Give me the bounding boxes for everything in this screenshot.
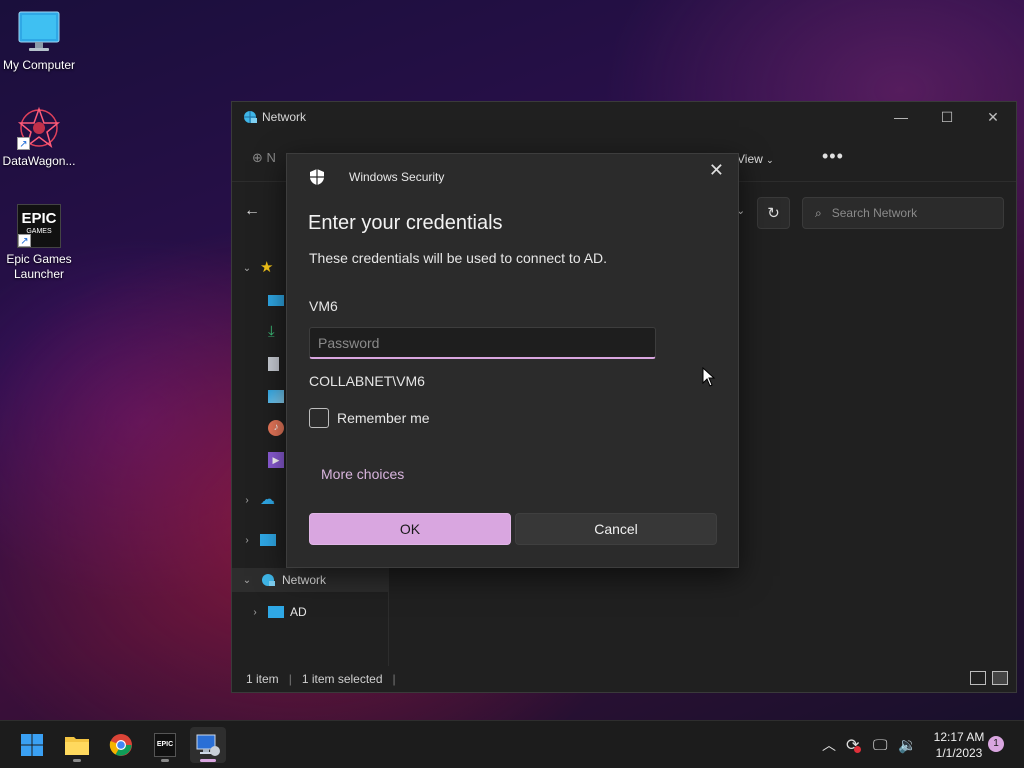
taskbar: EPIC ︿ ⟳ 🖵 🔉 12:17 AM 1/1/2023: [0, 720, 1024, 768]
sidebar-item-label: AD: [290, 605, 307, 619]
taskbar-remote-connection[interactable]: [190, 727, 226, 763]
cloud-icon: ☁: [260, 491, 275, 508]
sidebar-item-network[interactable]: ⌄ Network: [232, 568, 389, 592]
monitor-icon: [17, 10, 61, 54]
running-indicator: [161, 759, 169, 762]
windows-logo-icon: [21, 734, 43, 756]
folder-icon: [65, 737, 89, 755]
chevron-right-icon: ›: [245, 494, 249, 506]
chevron-right-icon: ›: [245, 534, 249, 546]
taskbar-file-explorer[interactable]: [59, 727, 95, 763]
shortcut-arrow-icon: ↗: [17, 137, 30, 150]
back-arrow-icon[interactable]: ←: [244, 202, 260, 220]
domain-user-label: COLLABNET\VM6: [309, 373, 425, 389]
sidebar-item-label: Network: [282, 573, 327, 587]
more-options-button[interactable]: •••: [822, 146, 844, 167]
checkbox-box[interactable]: [309, 408, 329, 428]
search-input[interactable]: ⌕ Search Network: [802, 197, 1004, 229]
more-choices-link[interactable]: More choices: [321, 466, 404, 482]
desktop-icon-label: My Computer: [2, 58, 76, 72]
search-placeholder: Search Network: [831, 206, 918, 220]
status-bar: 1 item | 1 item selected |: [232, 666, 1016, 692]
details-view-icon[interactable]: [970, 671, 986, 685]
desktop-icon-epic-games[interactable]: EPIC GAMES ↗ Epic Games Launcher: [0, 204, 78, 282]
shortcut-arrow-icon: ↗: [18, 234, 31, 247]
search-icon: ⌕: [815, 205, 822, 220]
tiles-view-icon[interactable]: [992, 671, 1008, 685]
taskbar-clock[interactable]: 12:17 AM 1/1/2023: [924, 729, 994, 761]
desktop-folder-icon: [268, 294, 284, 306]
start-button[interactable]: [14, 727, 50, 763]
epic-games-logo-icon: EPIC GAMES ↗: [17, 204, 61, 248]
document-icon: [268, 357, 279, 371]
cancel-button[interactable]: Cancel: [515, 513, 717, 545]
running-indicator: [73, 759, 81, 762]
maximize-button[interactable]: ☐: [924, 102, 970, 132]
clock-date: 1/1/2023: [935, 746, 983, 760]
datawagon-logo-icon: ↗: [17, 106, 61, 150]
shield-icon: [310, 169, 324, 185]
show-hidden-icons-button[interactable]: ︿: [822, 721, 836, 768]
music-icon: ♪: [268, 420, 284, 436]
monitor-icon: [260, 534, 276, 546]
sidebar-item-ad[interactable]: › AD: [232, 600, 389, 624]
dialog-description: These credentials will be used to connec…: [309, 250, 608, 266]
chevron-down-icon: ⌄: [242, 262, 252, 274]
refresh-button[interactable]: ↻: [757, 197, 790, 229]
username-label: VM6: [309, 298, 338, 314]
download-icon: ⤓: [268, 323, 275, 340]
new-button[interactable]: ⊕ N: [252, 150, 276, 166]
clock-time: 12:17 AM: [933, 730, 985, 744]
video-icon: ▶: [268, 452, 284, 468]
chevron-down-icon: ⌄: [766, 155, 774, 165]
pictures-icon: [268, 389, 284, 403]
status-separator: |: [392, 672, 396, 686]
desktop-icon-datawagon[interactable]: ↗ DataWagon...: [0, 106, 78, 169]
notification-badge[interactable]: 1: [988, 736, 1004, 752]
sync-status-icon[interactable]: ⟳: [846, 721, 862, 768]
minimize-button[interactable]: —: [878, 102, 924, 132]
epic-games-logo-icon: EPIC: [154, 733, 176, 757]
password-input[interactable]: [309, 327, 656, 359]
volume-icon[interactable]: 🔉: [898, 721, 917, 768]
network-status-icon[interactable]: 🖵: [873, 721, 887, 768]
desktop-icon-label: DataWagon...: [2, 154, 76, 168]
dialog-app-name: Windows Security: [349, 170, 445, 184]
star-icon: ★: [260, 259, 274, 276]
computer-icon: [268, 606, 284, 618]
chevron-down-icon: ⌄: [242, 574, 252, 586]
item-count: 1 item: [246, 672, 279, 686]
ok-button[interactable]: OK: [309, 513, 511, 545]
dialog-title: Enter your credentials: [308, 212, 503, 234]
dialog-close-button[interactable]: ✕: [709, 160, 724, 181]
desktop-icon-label: Epic Games Launcher: [6, 252, 72, 281]
running-indicator: [200, 759, 216, 762]
network-icon: [262, 574, 275, 586]
window-title: Network: [262, 110, 307, 124]
mouse-cursor-icon: [702, 367, 716, 387]
plus-circle-icon: ⊕: [252, 150, 263, 165]
windows-security-dialog: Windows Security ✕ Enter your credential…: [286, 153, 739, 568]
view-button[interactable]: View ⌄: [737, 152, 774, 166]
status-separator: |: [288, 672, 292, 686]
refresh-icon: ↻: [767, 205, 780, 222]
taskbar-epic-games[interactable]: EPIC: [147, 727, 183, 763]
desktop-icon-my-computer[interactable]: My Computer: [0, 10, 78, 73]
chrome-icon: [109, 734, 132, 756]
taskbar-chrome[interactable]: [103, 727, 139, 763]
remember-me-checkbox[interactable]: Remember me: [309, 408, 430, 428]
network-computer-icon: [196, 734, 220, 756]
selection-count: 1 item selected: [301, 672, 383, 686]
close-button[interactable]: ✕: [970, 102, 1016, 132]
chevron-up-icon: ︿: [822, 737, 836, 753]
remember-me-label: Remember me: [337, 410, 430, 426]
chevron-right-icon: ›: [253, 606, 257, 618]
network-icon: [244, 111, 257, 123]
